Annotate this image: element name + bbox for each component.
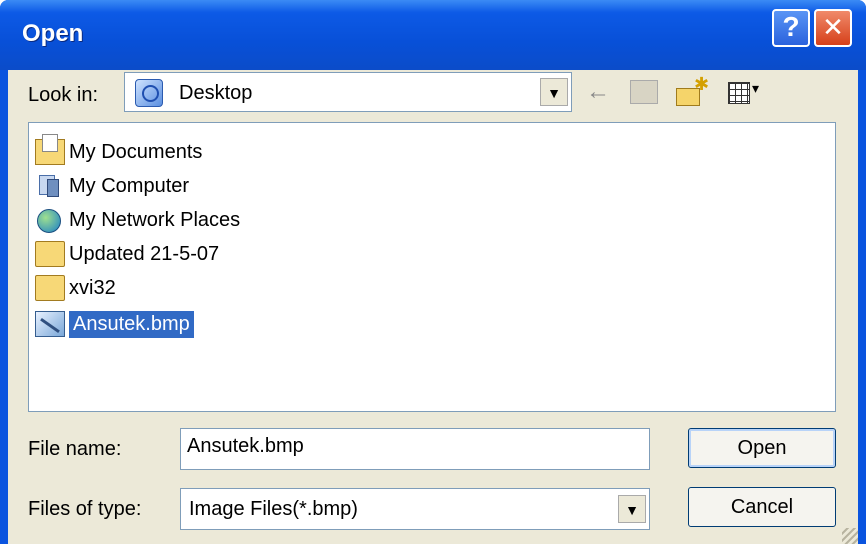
list-item[interactable]: xvi32 xyxy=(35,273,116,303)
list-item[interactable]: My Computer xyxy=(35,171,189,201)
close-icon: ✕ xyxy=(822,12,844,42)
look-in-value: Desktop xyxy=(179,82,253,104)
my-computer-icon xyxy=(35,173,65,199)
chevron-down-icon[interactable]: ▼ xyxy=(618,495,646,523)
file-type-dropdown[interactable]: Image Files(*.bmp) ▼ xyxy=(180,488,650,530)
up-one-level-icon[interactable] xyxy=(630,80,658,104)
file-name-label: Ansutek.bmp xyxy=(69,310,194,338)
file-name-label: Updated 21-5-07 xyxy=(69,242,220,265)
file-name-label: My Documents xyxy=(69,140,203,163)
file-name-label: My Computer xyxy=(69,174,190,197)
new-folder-icon[interactable]: ✱ xyxy=(676,74,710,106)
chevron-down-icon: ▾ xyxy=(752,80,760,96)
my-documents-icon xyxy=(35,134,65,165)
file-type-value: Image Files(*.bmp) xyxy=(189,498,358,520)
chevron-down-icon[interactable]: ▼ xyxy=(540,78,568,106)
file-name-label: File name: xyxy=(28,438,122,460)
title-bar[interactable]: Open ? ✕ xyxy=(0,0,866,70)
file-name-input[interactable]: Ansutek.bmp xyxy=(180,428,650,470)
open-button[interactable]: Open xyxy=(688,428,836,468)
open-dialog: Open ? ✕ Look in: Desktop ▼ ← ✱ ▾ My Doc… xyxy=(0,0,866,544)
grid-icon xyxy=(728,82,750,104)
file-name-label: My Network Places xyxy=(69,208,241,231)
network-places-icon xyxy=(35,207,65,233)
file-type-label: Files of type: xyxy=(28,498,142,520)
back-icon[interactable]: ← xyxy=(586,80,614,104)
list-item[interactable]: Updated 21-5-07 xyxy=(35,239,219,269)
desktop-icon xyxy=(135,79,163,107)
folder-icon xyxy=(35,275,65,301)
help-button[interactable]: ? xyxy=(772,9,810,47)
look-in-label: Look in: xyxy=(28,84,99,106)
folder-icon xyxy=(35,241,65,267)
list-item-selected[interactable]: Ansutek.bmp xyxy=(35,309,194,339)
file-list[interactable]: My Documents My Computer My Network Plac… xyxy=(28,122,836,412)
bitmap-file-icon xyxy=(35,311,65,337)
help-icon: ? xyxy=(782,11,800,42)
list-item[interactable]: My Documents xyxy=(35,134,203,167)
close-button[interactable]: ✕ xyxy=(814,9,852,47)
dialog-title: Open xyxy=(22,20,84,47)
resize-grip-icon[interactable] xyxy=(842,528,858,544)
views-menu-icon[interactable]: ▾ xyxy=(728,80,768,104)
list-item[interactable]: My Network Places xyxy=(35,205,240,235)
sparkle-icon: ✱ xyxy=(694,74,710,94)
cancel-button[interactable]: Cancel xyxy=(688,487,836,527)
file-name-label: xvi32 xyxy=(69,276,116,299)
look-in-dropdown[interactable]: Desktop ▼ xyxy=(124,72,572,112)
